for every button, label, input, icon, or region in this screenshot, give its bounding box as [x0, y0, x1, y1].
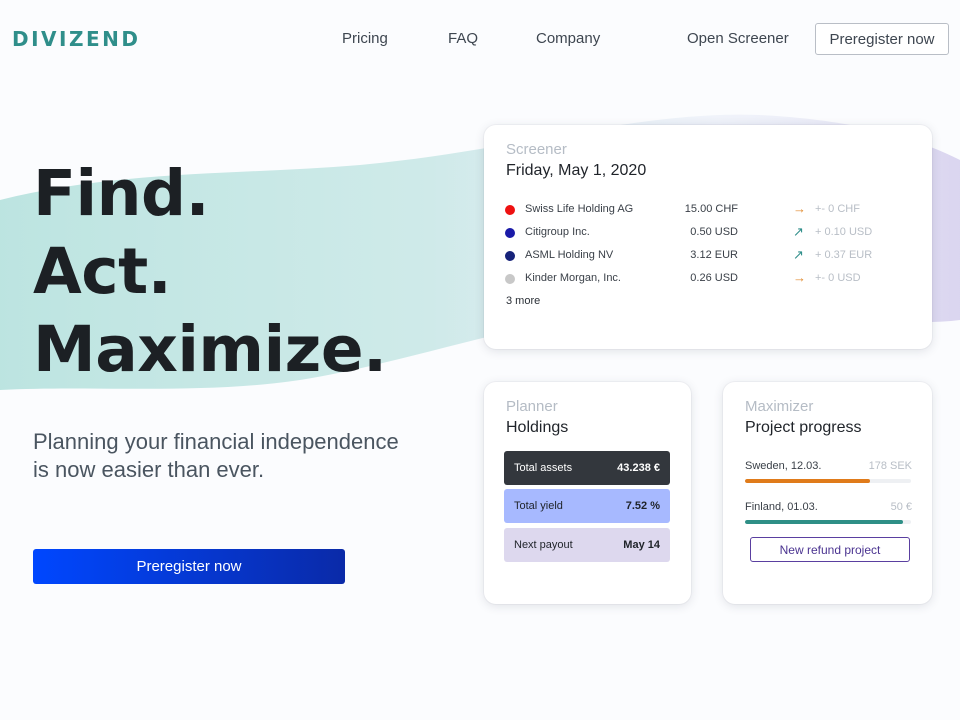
divizend-logo[interactable]: DIVIZEND [12, 27, 140, 51]
screener-row[interactable]: Kinder Morgan, Inc. 0.26 USD → +- 0 USD [484, 270, 932, 290]
maximizer-card[interactable]: Maximizer Project progress Sweden, 12.03… [723, 382, 932, 604]
maximizer-eyebrow: Maximizer [745, 398, 814, 415]
nav-link-faq[interactable]: FAQ [448, 30, 478, 47]
nav-link-open-screener[interactable]: Open Screener [687, 30, 789, 47]
screener-eyebrow: Screener [506, 141, 567, 158]
plan-value: 7.52 % [625, 500, 660, 512]
next-payout-box: Next payout May 14 [504, 528, 670, 562]
stock-color-dot [505, 228, 515, 238]
stock-name: Citigroup Inc. [525, 226, 590, 238]
screener-card[interactable]: Screener Friday, May 1, 2020 Swiss Life … [484, 125, 932, 349]
stock-name: Swiss Life Holding AG [525, 203, 634, 215]
project-value: 50 € [890, 501, 912, 513]
stock-name: Kinder Morgan, Inc. [525, 272, 621, 284]
project-value: 178 SEK [868, 460, 912, 472]
hero-subtitle: Planning your financial independence is … [33, 428, 453, 484]
stock-dividend: 15.00 CHF [684, 203, 738, 215]
hero-title-line: Find. [33, 157, 210, 230]
total-yield-box: Total yield 7.52 % [504, 489, 670, 523]
planner-heading: Holdings [506, 419, 569, 436]
project-label: Finland, 01.03. [745, 501, 818, 513]
stock-change: +- 0 CHF [815, 203, 860, 215]
screener-date: Friday, May 1, 2020 [506, 162, 647, 179]
nav-link-pricing[interactable]: Pricing [342, 30, 388, 47]
hero-title: Find. Act. Maximize. [33, 155, 387, 389]
nav-preregister-button[interactable]: Preregister now [815, 23, 949, 55]
arrow-right-icon: → [793, 201, 806, 216]
arrow-up-right-icon: ↗ [793, 247, 804, 262]
plan-value: 43.238 € [617, 462, 660, 474]
stock-dividend: 3.12 EUR [690, 249, 738, 261]
new-refund-project-button[interactable]: New refund project [750, 537, 910, 562]
stock-change: + 0.10 USD [815, 226, 873, 238]
screener-row[interactable]: Swiss Life Holding AG 15.00 CHF → +- 0 C… [484, 201, 932, 221]
project-progress-bar [745, 479, 911, 483]
project-progress-fill [745, 479, 870, 483]
total-assets-box: Total assets 43.238 € [504, 451, 670, 485]
planner-eyebrow: Planner [506, 398, 558, 415]
stock-color-dot [505, 274, 515, 284]
plan-label: Next payout [514, 539, 573, 551]
project-label: Sweden, 12.03. [745, 460, 822, 472]
plan-value: May 14 [623, 539, 660, 551]
hero-preregister-button[interactable]: Preregister now [33, 549, 345, 584]
hero-title-line: Maximize. [33, 313, 387, 386]
project-progress-bar [745, 520, 911, 524]
stock-dividend: 0.50 USD [690, 226, 738, 238]
planner-card[interactable]: Planner Holdings Total assets 43.238 € T… [484, 382, 691, 604]
stock-color-dot [505, 251, 515, 261]
top-nav: DIVIZEND Pricing FAQ Company Open Screen… [0, 0, 960, 80]
stock-color-dot [505, 205, 515, 215]
nav-link-company[interactable]: Company [536, 30, 600, 47]
hero-subtitle-line: is now easier than ever. [33, 457, 265, 482]
arrow-right-icon: → [793, 270, 806, 285]
plan-label: Total yield [514, 500, 563, 512]
maximizer-heading: Project progress [745, 419, 862, 436]
stock-dividend: 0.26 USD [690, 272, 738, 284]
hero-subtitle-line: Planning your financial independence [33, 429, 399, 454]
screener-more-link[interactable]: 3 more [506, 295, 540, 307]
arrow-up-right-icon: ↗ [793, 224, 804, 239]
stock-change: +- 0 USD [815, 272, 861, 284]
stock-change: + 0.37 EUR [815, 249, 873, 261]
plan-label: Total assets [514, 462, 573, 474]
project-progress-fill [745, 520, 903, 524]
screener-row[interactable]: ASML Holding NV 3.12 EUR ↗ + 0.37 EUR [484, 247, 932, 267]
stock-name: ASML Holding NV [525, 249, 614, 261]
screener-row[interactable]: Citigroup Inc. 0.50 USD ↗ + 0.10 USD [484, 224, 932, 244]
hero-title-line: Act. [33, 235, 172, 308]
